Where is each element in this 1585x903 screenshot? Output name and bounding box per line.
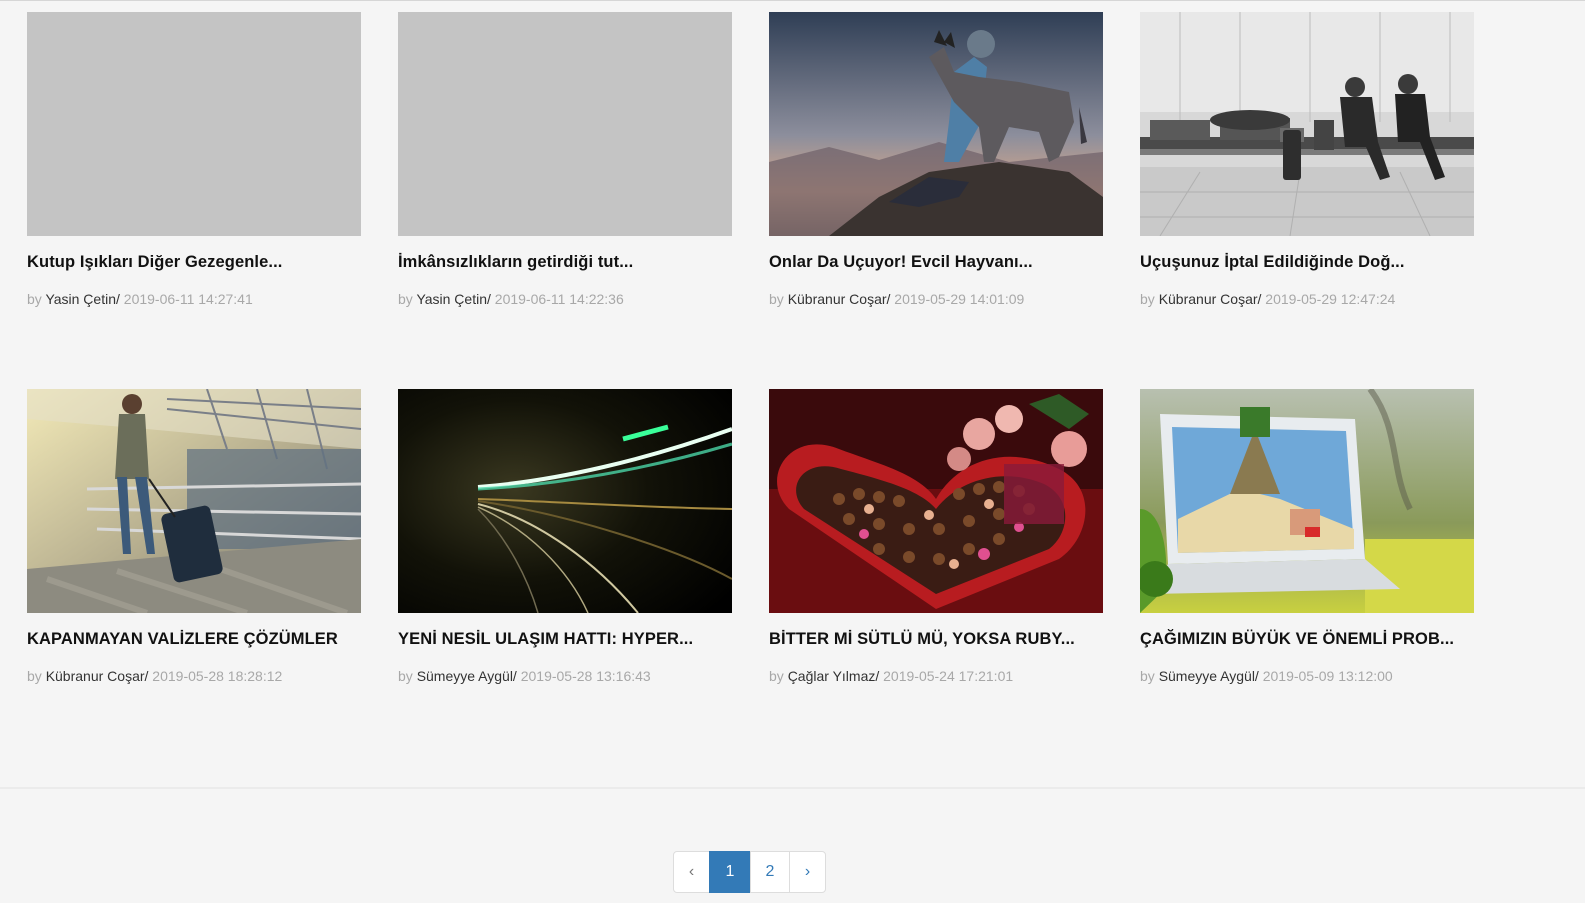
article-date: 2019-06-11 14:27:41 [123, 291, 253, 307]
article-title[interactable]: Onlar Da Uçuyor! Evcil Hayvanı... [769, 252, 1103, 272]
article-author: Sümeyye Aygül/ [416, 668, 517, 684]
heart-chocolates-image [769, 389, 1103, 613]
article-meta: by Kübranur Coşar/ 2019-05-29 14:01:09 [769, 290, 1103, 308]
airport-travelers-image [1140, 12, 1474, 236]
top-border [0, 0, 1585, 1]
article-author: Yasin Çetin/ [416, 291, 491, 307]
article-thumbnail-woman-with-suitcase[interactable] [27, 389, 361, 613]
article-meta: by Kübranur Coşar/ 2019-05-29 12:47:24 [1140, 290, 1474, 308]
article-meta: by Sümeyye Aygül/ 2019-05-28 13:16:43 [398, 667, 732, 685]
article-title[interactable]: ÇAĞIMIZIN BÜYÜK VE ÖNEMLİ PROB... [1140, 629, 1474, 649]
article-thumbnail-heart-chocolates[interactable] [769, 389, 1103, 613]
next-page-button[interactable]: › [789, 851, 826, 893]
article-meta: by Sümeyye Aygül/ 2019-05-09 13:12:00 [1140, 667, 1474, 685]
article-card: Onlar Da Uçuyor! Evcil Hayvanı... by Küb… [769, 12, 1103, 389]
article-card: İmkânsızlıkların getirdiği tut... by Yas… [398, 12, 732, 389]
section-divider [0, 787, 1585, 789]
by-label: by [769, 291, 784, 307]
article-date: 2019-05-29 14:01:09 [894, 291, 1025, 307]
article-thumbnail-placeholder[interactable] [398, 12, 732, 236]
article-author: Çağlar Yılmaz/ [787, 668, 880, 684]
article-grid: Kutup Işıkları Diğer Gezegenle... by Yas… [27, 12, 1487, 766]
light-trails-image [398, 389, 732, 613]
article-thumbnail-airport-travelers[interactable] [1140, 12, 1474, 236]
article-thumbnail-laptop-in-grass[interactable] [1140, 389, 1474, 613]
article-row: Kutup Işıkları Diğer Gezegenle... by Yas… [27, 12, 1487, 389]
by-label: by [398, 291, 413, 307]
person-with-dog-image [769, 12, 1103, 236]
article-title[interactable]: Kutup Işıkları Diğer Gezegenle... [27, 252, 361, 272]
prev-page-button[interactable]: ‹ [673, 851, 710, 893]
article-date: 2019-05-24 17:21:01 [883, 668, 1014, 684]
by-label: by [1140, 291, 1155, 307]
page-2-button[interactable]: 2 [750, 851, 790, 893]
article-author: Kübranur Coşar/ [787, 291, 891, 307]
woman-with-suitcase-image [27, 389, 361, 613]
laptop-in-grass-image [1140, 389, 1474, 613]
article-card: YENİ NESİL ULAŞIM HATTI: HYPER... by Süm… [398, 389, 732, 766]
article-row: KAPANMAYAN VALİZLERE ÇÖZÜMLER by Kübranu… [27, 389, 1487, 766]
article-title[interactable]: Uçuşunuz İptal Edildiğinde Doğ... [1140, 252, 1474, 272]
by-label: by [1140, 668, 1155, 684]
pagination: ‹ 1 2 › [673, 851, 826, 893]
by-label: by [27, 668, 42, 684]
article-title[interactable]: İmkânsızlıkların getirdiği tut... [398, 252, 732, 272]
article-date: 2019-05-28 18:28:12 [152, 668, 283, 684]
article-thumbnail-person-with-dog[interactable] [769, 12, 1103, 236]
article-date: 2019-05-28 13:16:43 [520, 668, 651, 684]
article-card: Kutup Işıkları Diğer Gezegenle... by Yas… [27, 12, 361, 389]
article-thumbnail-light-trails[interactable] [398, 389, 732, 613]
article-date: 2019-05-29 12:47:24 [1265, 291, 1396, 307]
by-label: by [398, 668, 413, 684]
article-card: ÇAĞIMIZIN BÜYÜK VE ÖNEMLİ PROB... by Süm… [1140, 389, 1474, 766]
article-card: KAPANMAYAN VALİZLERE ÇÖZÜMLER by Kübranu… [27, 389, 361, 766]
article-meta: by Kübranur Coşar/ 2019-05-28 18:28:12 [27, 667, 361, 685]
article-title[interactable]: KAPANMAYAN VALİZLERE ÇÖZÜMLER [27, 629, 361, 649]
article-thumbnail-placeholder[interactable] [27, 12, 361, 236]
article-date: 2019-05-09 13:12:00 [1262, 668, 1393, 684]
by-label: by [27, 291, 42, 307]
article-date: 2019-06-11 14:22:36 [494, 291, 624, 307]
article-meta: by Yasin Çetin/ 2019-06-11 14:27:41 [27, 290, 361, 308]
article-meta: by Yasin Çetin/ 2019-06-11 14:22:36 [398, 290, 732, 308]
by-label: by [769, 668, 784, 684]
article-title[interactable]: YENİ NESİL ULAŞIM HATTI: HYPER... [398, 629, 732, 649]
article-author: Sümeyye Aygül/ [1158, 668, 1259, 684]
article-author: Kübranur Coşar/ [45, 668, 149, 684]
article-author: Yasin Çetin/ [45, 291, 120, 307]
article-title[interactable]: BİTTER Mİ SÜTLÜ MÜ, YOKSA RUBY... [769, 629, 1103, 649]
article-meta: by Çağlar Yılmaz/ 2019-05-24 17:21:01 [769, 667, 1103, 685]
article-card: Uçuşunuz İptal Edildiğinde Doğ... by Küb… [1140, 12, 1474, 389]
page-1-button[interactable]: 1 [709, 851, 751, 893]
article-card: BİTTER Mİ SÜTLÜ MÜ, YOKSA RUBY... by Çağ… [769, 389, 1103, 766]
article-author: Kübranur Coşar/ [1158, 291, 1262, 307]
